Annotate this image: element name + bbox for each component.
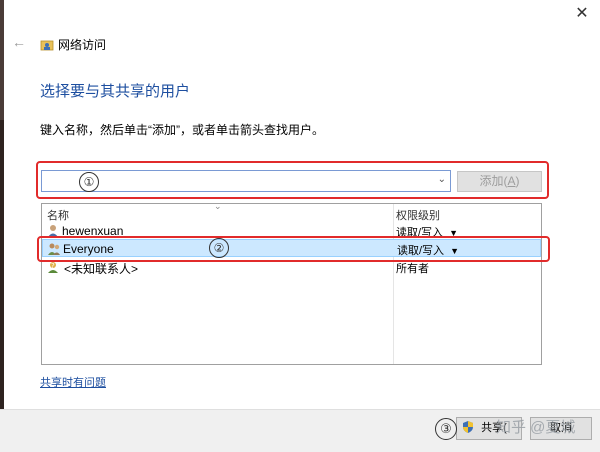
page-heading: 选择要与其共享的用户 <box>40 83 191 100</box>
watermark-text: 知乎 @夏城 <box>496 419 576 436</box>
back-arrow-icon[interactable]: ← <box>12 34 26 50</box>
list-item-name: <未知联系人> <box>64 262 139 276</box>
unknown-contact-icon: ? <box>48 262 58 273</box>
window-title: 网络访问 <box>58 38 107 52</box>
help-link[interactable]: 共享时有问题 <box>40 374 106 390</box>
annotation-marker-3: ③ <box>435 418 457 440</box>
column-header-name[interactable]: 名称 <box>47 207 69 223</box>
user-permission-list[interactable]: 名称 ⌄ 权限级别 hewenxuan 读取/写入 ▼ Everyone 读取/写… <box>41 201 542 365</box>
permission-text: 所有者 <box>396 263 429 275</box>
highlight-box-input <box>36 161 549 199</box>
highlight-box-everyone <box>37 236 550 262</box>
sort-chevron-icon: ⌄ <box>214 201 222 211</box>
uac-shield-icon <box>463 421 473 433</box>
instruction-text: 键入名称，然后单击“添加”，或者单击箭头查找用户。 <box>40 123 324 137</box>
column-header-permission[interactable]: 权限级别 <box>396 207 440 223</box>
background-window-edge-dark <box>0 120 4 420</box>
svg-text:?: ? <box>51 262 55 270</box>
close-icon[interactable]: ✕ <box>574 6 590 22</box>
network-folder-icon <box>40 40 54 51</box>
